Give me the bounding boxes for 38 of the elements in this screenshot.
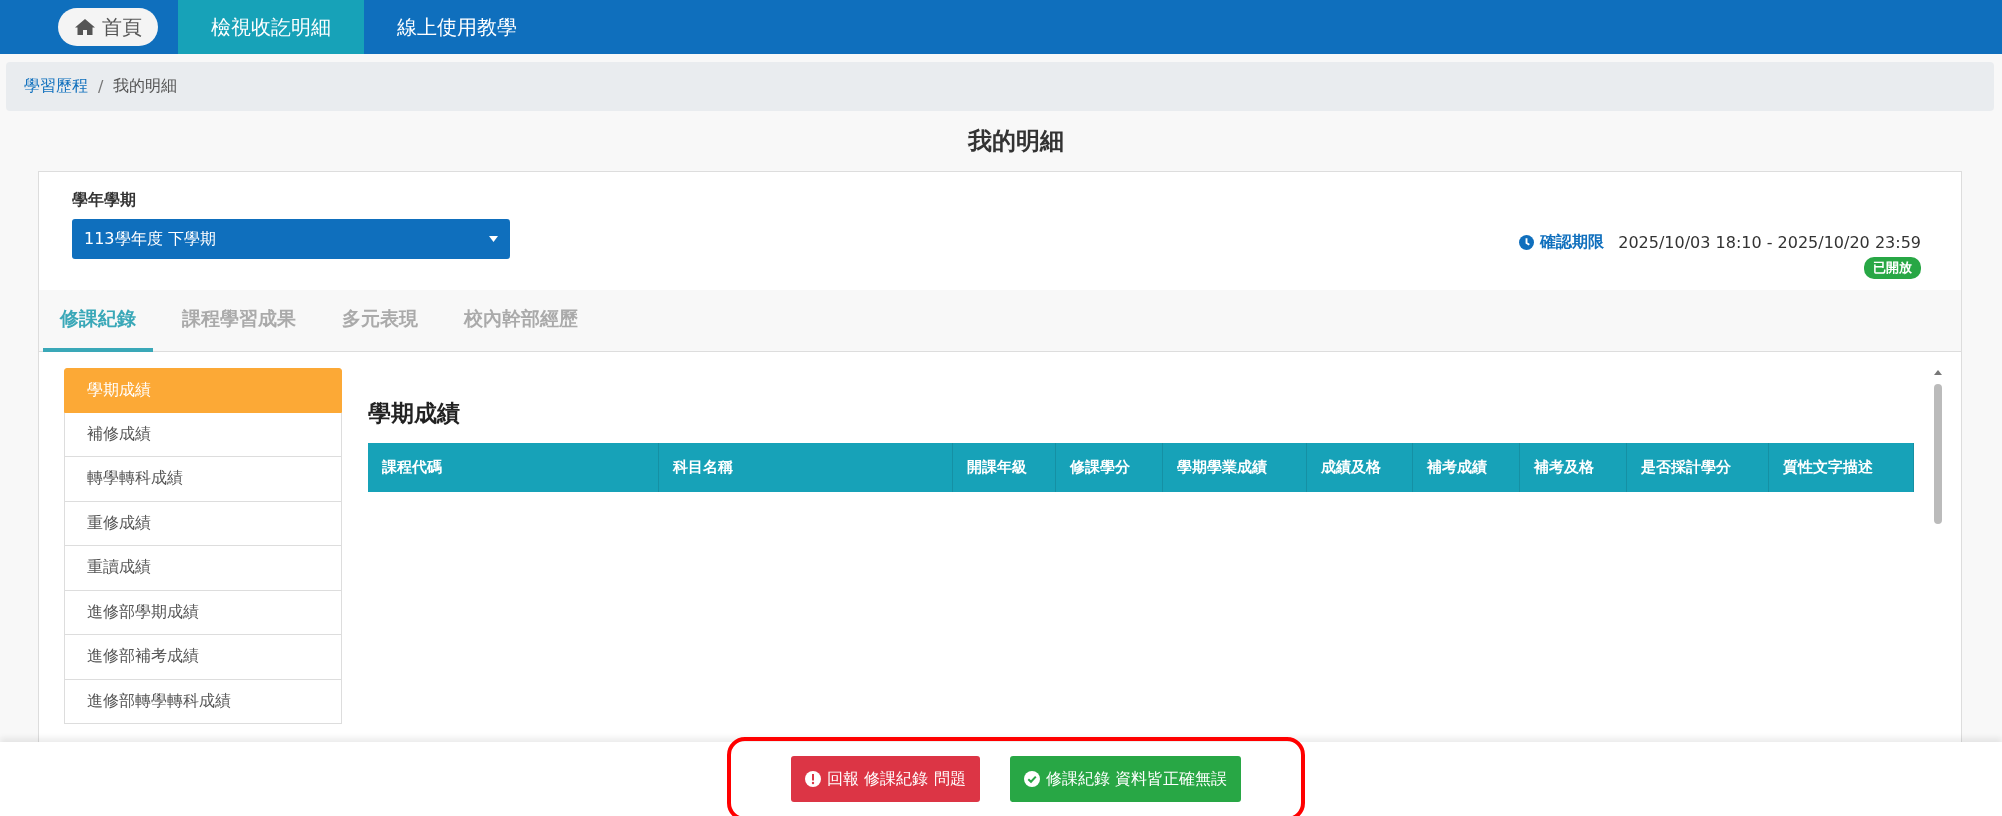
section-title: 學期成績 [368,399,461,428]
deadline-range: 2025/10/03 18:10 - 2025/10/20 23:59 [1618,233,1921,252]
column-header: 補考及格 [1519,443,1626,492]
column-header: 開課年級 [952,443,1055,492]
sidebar-item[interactable]: 重修成績 [64,501,342,547]
alert-icon [805,771,822,787]
breadcrumb-link[interactable]: 學習歷程 [24,76,88,97]
column-header: 是否採計學分 [1626,443,1768,492]
home-icon [74,18,96,36]
breadcrumb-separator: / [98,77,104,96]
sidebar-item[interactable]: 進修部學期成績 [64,590,342,636]
nav-link[interactable]: 線上使用教學 [364,0,550,54]
sidebar-item[interactable]: 進修部補考成績 [64,635,342,680]
confirm-button[interactable]: 修課紀錄 資料皆正確無誤 [1009,756,1241,802]
column-header: 補考成績 [1412,443,1519,492]
column-header: 質性文字描述 [1768,443,1913,492]
caret-icon [489,236,498,242]
report-button[interactable]: 回報 修課紀錄 問題 [791,756,980,802]
tab[interactable]: 修課紀錄 [43,290,153,352]
sidebar-item[interactable]: 重讀成績 [64,546,342,591]
field-label: 學年學期 [72,190,137,211]
clock-icon [1519,235,1535,250]
column-header: 成績及格 [1306,443,1412,492]
column-header: 修課學分 [1055,443,1162,492]
deadline-label: 確認期限 [1540,232,1605,253]
column-header: 課程代碼 [368,443,658,492]
status-badge: 已開放 [1864,257,1921,279]
sidebar-item[interactable]: 補修成績 [64,412,342,458]
column-header: 科目名稱 [658,443,952,492]
term-select[interactable]: 113學年度 下學期 [72,219,510,259]
column-header: 學期學業成績 [1162,443,1306,492]
sidebar-item[interactable]: 轉學轉科成績 [64,457,342,502]
breadcrumb-current: 我的明細 [113,76,178,97]
sidebar-item[interactable]: 進修部轉學轉科成績 [64,679,342,725]
check-circle-icon [1023,771,1040,787]
nav-link[interactable]: 檢視收訖明細 [178,0,364,54]
page-title: 我的明細 [968,126,1064,157]
home-button[interactable]: 首頁 [58,8,158,46]
